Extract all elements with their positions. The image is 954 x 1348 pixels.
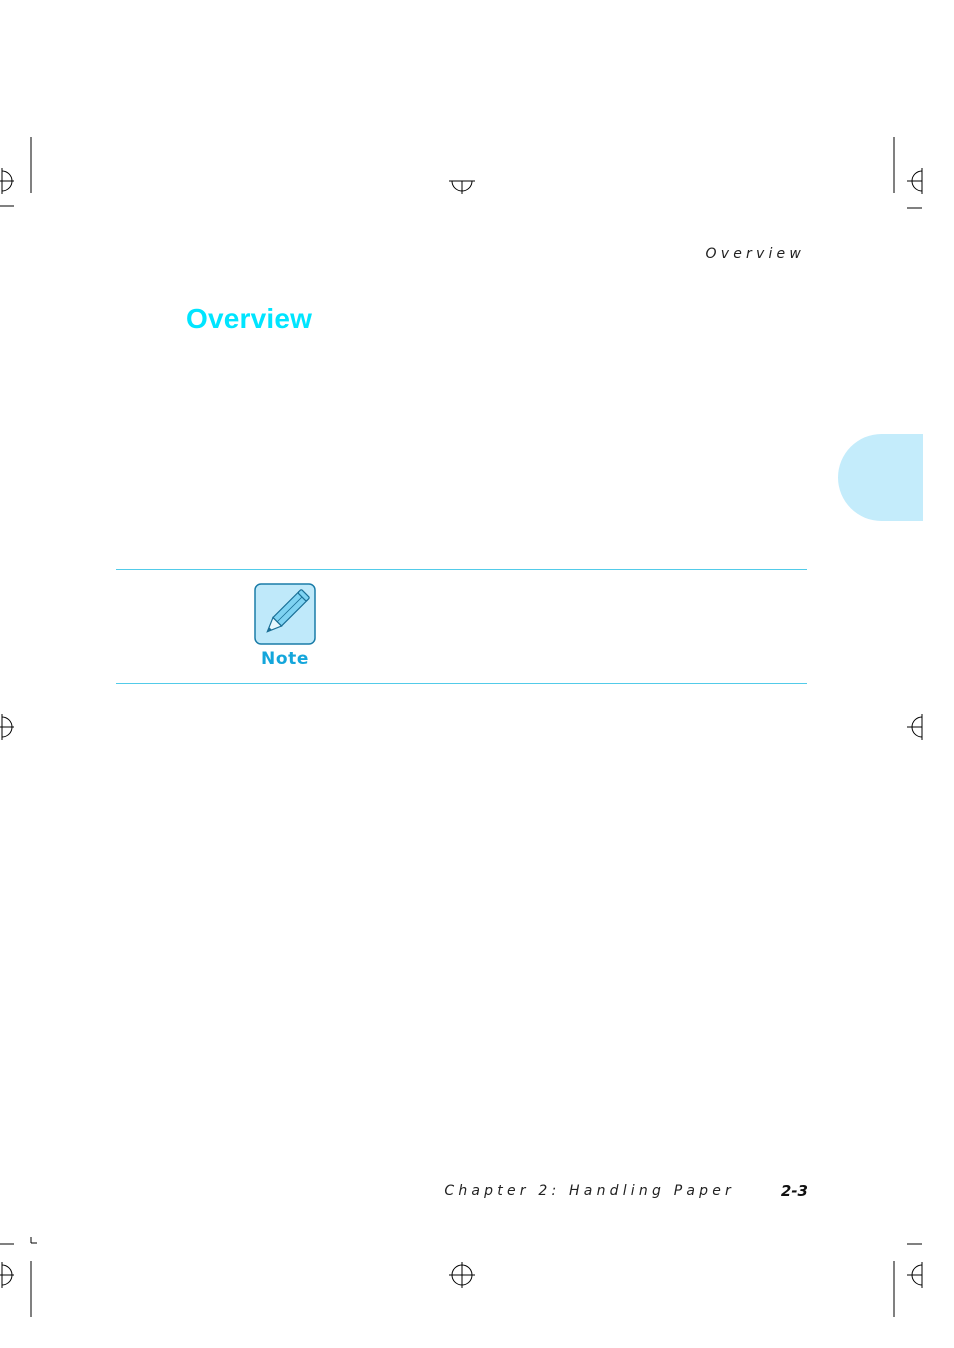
page-title: Overview <box>186 303 313 334</box>
crop-marks <box>0 137 923 1317</box>
note-label: Note <box>261 649 309 669</box>
note-bottom-rule <box>116 683 807 684</box>
page-number: 2-3 <box>780 1182 808 1200</box>
note-top-rule <box>116 569 807 570</box>
footer-chapter-title: Chapter 2: Handling Paper <box>444 1183 735 1199</box>
chapter-thumb-tab <box>838 434 923 521</box>
pencil-icon <box>254 583 316 645</box>
running-header: Overview <box>705 246 805 262</box>
